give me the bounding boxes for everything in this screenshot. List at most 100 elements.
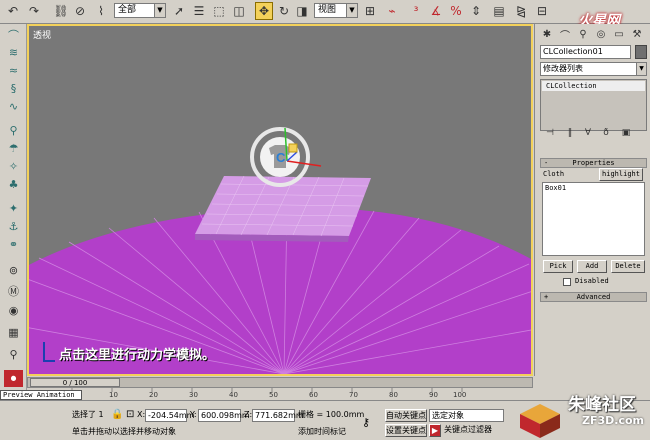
- preview-animation-tab[interactable]: Preview Animation: [0, 390, 82, 400]
- cloth-object-list[interactable]: Box01: [542, 182, 645, 256]
- time-slider-thumb[interactable]: 0 / 100: [30, 378, 120, 387]
- snaps-toggle-icon[interactable]: ³: [407, 2, 425, 20]
- named-selection-sets-icon[interactable]: ▤: [490, 2, 508, 20]
- magnifier-icon[interactable]: ⚲: [4, 346, 23, 363]
- tick-label: 70: [349, 391, 358, 399]
- configure-sets-icon[interactable]: ▣: [620, 127, 632, 139]
- wave-icon[interactable]: ∿: [4, 98, 23, 115]
- bind-to-space-warp-icon[interactable]: ⌇: [92, 2, 110, 20]
- rope-icon[interactable]: ⚲: [4, 122, 23, 139]
- display-tab-icon[interactable]: ▭: [611, 26, 627, 42]
- selection-filter-dropdown[interactable]: 全部 ▼: [114, 3, 166, 18]
- absolute-mode-icon[interactable]: ⊡: [126, 409, 134, 421]
- properties-title: Properties: [572, 159, 615, 167]
- toy-car-icon[interactable]: ♣: [4, 176, 23, 193]
- select-and-link-icon[interactable]: ⛓: [52, 2, 70, 20]
- select-and-scale-icon[interactable]: ◨: [293, 2, 311, 20]
- simulate-icon[interactable]: ⏺: [4, 370, 23, 387]
- pin-stack-icon[interactable]: ⊣: [544, 127, 556, 139]
- plane-handle[interactable]: [288, 143, 298, 153]
- collapse-icon: -: [544, 159, 549, 167]
- advanced-rollout-header[interactable]: + Advanced: [540, 292, 647, 302]
- helper-icon[interactable]: ⌒: [4, 26, 23, 43]
- select-object-icon[interactable]: ➚: [170, 2, 188, 20]
- delete-button[interactable]: Delete: [611, 260, 645, 273]
- object-name-field[interactable]: CLCollection01: [540, 45, 631, 59]
- mirror-icon[interactable]: ⧎: [512, 2, 530, 20]
- unlink-selection-icon[interactable]: ⊘: [71, 2, 89, 20]
- motor-icon[interactable]: ✧: [4, 158, 23, 175]
- hair-icon[interactable]: ≋: [4, 44, 23, 61]
- z-label: Z:: [244, 410, 253, 419]
- perspective-viewport[interactable]: 透视 C 点击这里进行动力学模拟。: [27, 24, 533, 376]
- pick-button-label: Pick: [549, 262, 567, 270]
- motion-tab-icon[interactable]: ◎: [593, 26, 609, 42]
- preview-icon[interactable]: ◉: [4, 302, 23, 319]
- redo-icon[interactable]: ↷: [25, 2, 43, 20]
- set-key-button[interactable]: 设置关键点: [385, 424, 427, 437]
- remove-modifier-icon[interactable]: ð: [600, 127, 612, 139]
- x-coordinate-field[interactable]: -204.54mm: [145, 409, 194, 422]
- z-coordinate-field[interactable]: 771.682mm: [252, 409, 304, 422]
- chevron-down-icon: ▼: [636, 63, 646, 75]
- hierarchy-tab-icon[interactable]: ⚲: [575, 26, 591, 42]
- list-item[interactable]: Box01: [545, 184, 566, 192]
- disabled-checkbox[interactable]: [563, 278, 571, 286]
- dynamics-icon[interactable]: ≈: [4, 62, 23, 79]
- disabled-label: Disabled: [575, 277, 609, 285]
- utilities-tab-icon[interactable]: ⚒: [629, 26, 645, 42]
- add-button[interactable]: Add: [577, 260, 607, 273]
- modify-tab-icon[interactable]: ⌒: [557, 26, 573, 42]
- align-icon[interactable]: ⊟: [533, 2, 551, 20]
- modifier-stack[interactable]: CLCollection: [540, 79, 647, 131]
- key-filters-button[interactable]: 关键点过滤器: [444, 424, 492, 436]
- reference-coordinate-value: 视图: [318, 5, 337, 15]
- stack-item[interactable]: CLCollection: [542, 81, 645, 91]
- show-end-result-icon[interactable]: ‖: [564, 127, 576, 139]
- undo-icon[interactable]: ↶: [4, 2, 22, 20]
- window-crossing-icon[interactable]: ◫: [230, 2, 248, 20]
- lock-selection-icon[interactable]: 🔒: [111, 409, 123, 421]
- select-by-name-icon[interactable]: ☰: [190, 2, 208, 20]
- point-to-point-icon[interactable]: ⚭: [4, 236, 23, 253]
- pivot-center-icon[interactable]: ⊞: [361, 2, 379, 20]
- fracture-icon[interactable]: ✦: [4, 200, 23, 217]
- constraint-icon[interactable]: ⚓: [4, 218, 23, 235]
- measure-icon[interactable]: Ⓜ: [4, 282, 23, 299]
- key-icon[interactable]: ⚷: [362, 417, 370, 429]
- auto-key-button[interactable]: 自动关键点: [385, 409, 427, 422]
- y-coordinate-field[interactable]: 600.098mm: [198, 409, 250, 422]
- calculator-icon[interactable]: ▦: [4, 324, 23, 341]
- command-panel: ✱ ⌒ ⚲ ◎ ▭ ⚒ CLCollection01 修改器列表 ▼ CLCol…: [534, 24, 650, 376]
- properties-rollout-header[interactable]: - Properties: [540, 158, 647, 168]
- selected-objects-dropdown[interactable]: 选定对象: [429, 409, 504, 422]
- modifier-list-dropdown[interactable]: 修改器列表 ▼: [540, 62, 647, 76]
- main-toolbar: ↶ ↷ ⛓ ⊘ ⌇ 全部 ▼ ➚ ☰ ⬚ ◫ ✥ ↻ ◨ 视图 ▼ ⊞ ⌁ ³ …: [0, 0, 650, 29]
- add-button-label: Add: [585, 262, 599, 270]
- track-bar[interactable]: 0 10 20 30 40 50 60 70 80 90 100: [27, 388, 467, 400]
- pick-button[interactable]: Pick: [543, 260, 573, 273]
- key-mode-icon[interactable]: ▶: [429, 424, 441, 437]
- site-watermark: 朱峰社区 ZF3D.com: [510, 386, 650, 440]
- tick-label: 100: [453, 391, 467, 399]
- x-label: X:: [137, 410, 146, 419]
- collection-icon[interactable]: ⊚: [4, 262, 23, 279]
- reference-coordinate-dropdown[interactable]: 视图 ▼: [314, 3, 358, 18]
- rectangular-selection-icon[interactable]: ⬚: [210, 2, 228, 20]
- select-and-rotate-icon[interactable]: ↻: [275, 2, 293, 20]
- create-tab-icon[interactable]: ✱: [539, 26, 555, 42]
- percent-snap-icon[interactable]: %: [447, 2, 465, 20]
- make-unique-icon[interactable]: ∀: [582, 127, 594, 139]
- select-and-manipulate-icon[interactable]: ⌁: [383, 2, 401, 20]
- time-slider[interactable]: 0 / 100: [27, 377, 533, 388]
- wind-icon[interactable]: ☂: [4, 140, 23, 157]
- select-and-move-icon[interactable]: ✥: [255, 2, 273, 20]
- annotation-marker: [43, 342, 55, 362]
- add-time-tag[interactable]: 添加时间标记: [298, 426, 346, 438]
- spring-icon[interactable]: §: [4, 80, 23, 97]
- spinner-snap-icon[interactable]: ⇕: [467, 2, 485, 20]
- highlight-button[interactable]: highlight: [599, 168, 643, 181]
- angle-snap-icon[interactable]: ∡: [427, 2, 445, 20]
- stack-buttons: ⊣ ‖ ∀ ð ▣: [540, 127, 647, 141]
- object-color-swatch[interactable]: [635, 45, 647, 59]
